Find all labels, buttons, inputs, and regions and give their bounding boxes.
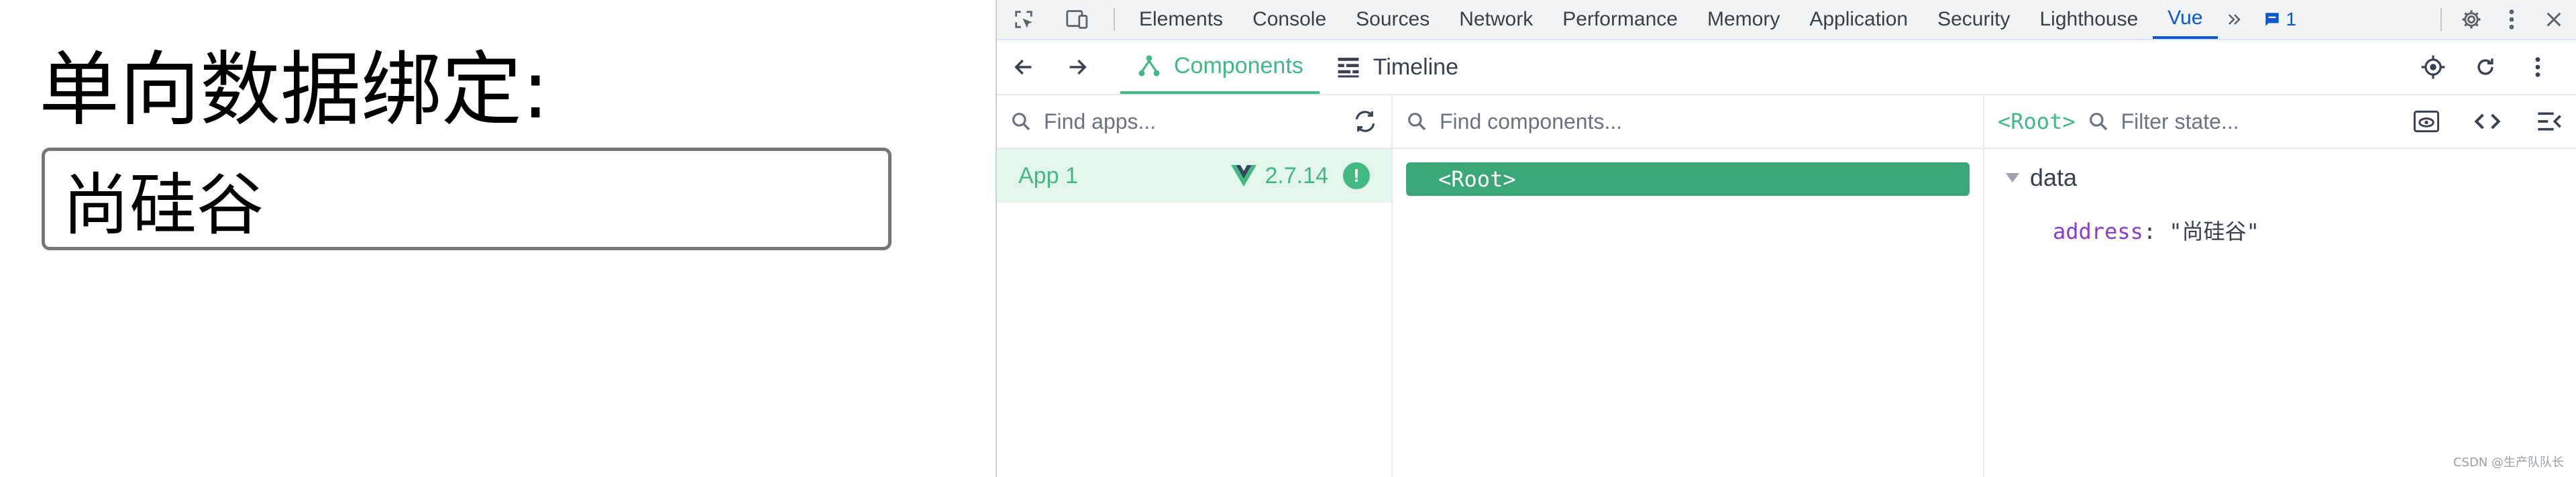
message-icon — [2265, 13, 2279, 26]
more-tabs-icon[interactable] — [2218, 0, 2251, 39]
components-pane: Find components... <Root> — [1393, 95, 1984, 477]
vue-more-options-icon[interactable] — [2514, 40, 2561, 94]
settings-gear-icon[interactable] — [2451, 0, 2491, 39]
apps-search-input[interactable]: Find apps... — [1044, 109, 1340, 134]
components-search[interactable]: Find components... — [1393, 95, 1983, 149]
state-filter-input[interactable]: Filter state... — [2121, 109, 2402, 134]
inspect-dom-eye-icon[interactable] — [2414, 110, 2439, 133]
state-property-value: "尚硅谷" — [2169, 219, 2259, 244]
apps-pane: Find apps... App 1 2.7.14 ! — [997, 95, 1393, 477]
state-pane: <Root> Filter state... data address: "尚硅… — [1984, 95, 2576, 477]
tab-sources[interactable]: Sources — [1341, 0, 1444, 39]
text-input[interactable]: 尚硅谷 — [42, 148, 892, 250]
tab-components[interactable]: Components — [1120, 40, 1320, 94]
tab-timeline-label: Timeline — [1373, 54, 1458, 80]
vue-toolbar: Components Timeline — [997, 40, 2576, 95]
tab-vue[interactable]: Vue — [2153, 0, 2218, 39]
inspect-element-icon[interactable] — [997, 0, 1051, 39]
component-tree-root[interactable]: <Root> — [1406, 162, 1970, 196]
app-name: App 1 — [1018, 162, 1078, 189]
close-devtools-icon[interactable] — [2532, 0, 2576, 39]
state-property-key: address — [2053, 219, 2143, 244]
search-icon — [1012, 113, 1030, 131]
tab-security[interactable]: Security — [1923, 0, 2025, 39]
tab-elements[interactable]: Elements — [1124, 0, 1238, 39]
state-search[interactable]: <Root> Filter state... — [1984, 95, 2576, 149]
tab-lighthouse[interactable]: Lighthouse — [2025, 0, 2153, 39]
component-tree-icon — [1138, 55, 1160, 76]
selected-component-tag: <Root> — [1998, 109, 2076, 134]
devtools-panel: Elements Console Sources Network Perform… — [996, 0, 2576, 477]
app-list-item[interactable]: App 1 2.7.14 ! — [997, 149, 1391, 203]
devtools-tabbar: Elements Console Sources Network Perform… — [997, 0, 2576, 40]
code-icon[interactable] — [2474, 110, 2501, 133]
refresh-apps-icon[interactable] — [1352, 109, 1378, 134]
tab-console[interactable]: Console — [1238, 0, 1341, 39]
app-version: 2.7.14 — [1231, 163, 1328, 189]
watermark: CSDN @生产队队长 — [2453, 456, 2564, 470]
tabbar-divider — [1114, 8, 1115, 31]
select-component-crosshair-icon[interactable] — [2410, 40, 2457, 94]
text-input-value: 尚硅谷 — [62, 166, 264, 244]
state-section-header[interactable]: data — [1984, 164, 2576, 192]
tab-components-label: Components — [1174, 52, 1303, 78]
state-property[interactable]: address: "尚硅谷" — [1984, 215, 2576, 246]
alert-icon[interactable]: ! — [1343, 162, 1370, 189]
tab-network[interactable]: Network — [1444, 0, 1548, 39]
tabbar-divider — [2440, 8, 2442, 31]
page-content: 单向数据绑定: 尚硅谷 — [0, 0, 996, 477]
app-version-label: 2.7.14 — [1265, 162, 1328, 189]
tab-performance[interactable]: Performance — [1548, 0, 1693, 39]
forward-arrow-icon[interactable] — [1051, 40, 1104, 94]
page-title: 单向数据绑定: — [39, 44, 549, 137]
collapse-triangle-icon — [2006, 173, 2019, 182]
console-messages-badge[interactable]: 1 — [2251, 9, 2309, 30]
components-search-input[interactable]: Find components... — [1440, 109, 1970, 134]
tab-memory[interactable]: Memory — [1693, 0, 1794, 39]
message-count: 1 — [2286, 9, 2297, 30]
refresh-icon[interactable] — [2462, 40, 2509, 94]
search-icon — [2089, 113, 2107, 131]
tab-timeline[interactable]: Timeline — [1320, 40, 1474, 94]
search-icon — [1408, 113, 1426, 131]
timeline-icon — [1338, 58, 1359, 78]
tab-application[interactable]: Application — [1794, 0, 1923, 39]
collapse-all-icon[interactable] — [2536, 110, 2563, 133]
state-section-label: data — [2030, 164, 2078, 191]
more-options-icon[interactable] — [2491, 0, 2532, 39]
apps-search[interactable]: Find apps... — [997, 95, 1391, 149]
vue-logo-icon — [1231, 165, 1257, 187]
device-toolbar-icon[interactable] — [1051, 0, 1104, 39]
back-arrow-icon[interactable] — [997, 40, 1051, 94]
state-property-colon: : — [2143, 219, 2169, 244]
